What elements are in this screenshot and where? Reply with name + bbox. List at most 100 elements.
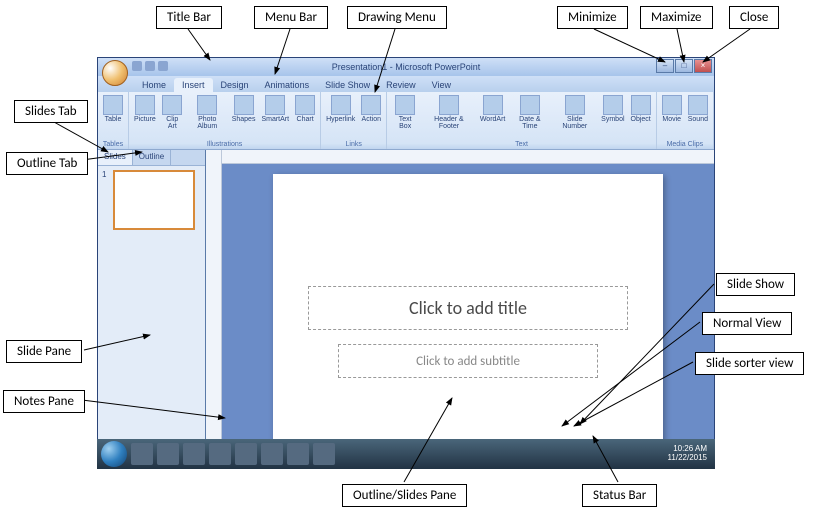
ribbon-item-label: Hyperlink <box>326 116 355 123</box>
ribbon-symbol[interactable]: Symbol <box>599 94 626 124</box>
ribbon-item-label: Action <box>362 116 381 123</box>
ribbon-tabs: Home Insert Design Animations Slide Show… <box>98 76 714 92</box>
ribbon-item-label: Sound <box>688 116 708 123</box>
outline-tab[interactable]: Outline <box>133 150 171 165</box>
system-tray[interactable]: 10:26 AM 11/22/2015 <box>668 445 711 463</box>
ribbon-item-label: Header & Footer <box>424 116 474 130</box>
group-label: Illustrations <box>132 141 317 149</box>
label-outlineslides: Outline/Slides Pane <box>342 484 467 507</box>
label-statusbar: Status Bar <box>582 484 657 507</box>
label-close: Close <box>729 6 779 29</box>
group-label: Tables <box>101 141 125 149</box>
ribbon-movie[interactable]: Movie <box>660 94 684 124</box>
label-menubar: Menu Bar <box>254 6 328 29</box>
ribbon-chart[interactable]: Chart <box>293 94 317 124</box>
ribbon-item-label: Object <box>631 116 651 123</box>
label-slidesorter: Slide sorter view <box>695 352 804 375</box>
slide-number-icon <box>565 95 585 115</box>
subtitle-placeholder[interactable]: Click to add subtitle <box>338 344 598 378</box>
horizontal-ruler <box>222 150 714 164</box>
ribbon-smartart[interactable]: SmartArt <box>259 94 291 124</box>
ribbon-hyperlink[interactable]: Hyperlink <box>324 94 357 124</box>
minimize-button[interactable]: – <box>656 59 674 73</box>
taskbar-icon[interactable] <box>235 443 257 465</box>
thumb-number: 1 <box>102 170 106 179</box>
ribbon-group-media-clips: Movie Sound Media Clips <box>657 92 714 149</box>
picture-icon <box>135 95 155 115</box>
taskbar-icon[interactable] <box>287 443 309 465</box>
windows-taskbar: 10:26 AM 11/22/2015 <box>97 439 715 469</box>
tab-slideshow[interactable]: Slide Show <box>317 78 378 92</box>
slides-tab[interactable]: Slides <box>98 150 133 165</box>
ribbon-group-illustrations: PictureClip Art Photo Album Shapes SmartArt… <box>129 92 321 149</box>
label-slideshow: Slide Show <box>716 273 795 296</box>
taskbar-icon[interactable] <box>313 443 335 465</box>
tab-animations[interactable]: Animations <box>257 78 318 92</box>
ribbon-item-label: Chart <box>297 116 314 123</box>
tab-view[interactable]: View <box>424 78 459 92</box>
thumbnail-list[interactable]: 1 <box>98 166 205 454</box>
ribbon-item-label: Text Box <box>392 116 418 130</box>
text-box-icon <box>395 95 415 115</box>
tab-review[interactable]: Review <box>378 78 424 92</box>
ribbon-text-box[interactable]: Text Box <box>390 94 420 131</box>
ribbon-item-label: Movie <box>662 116 681 123</box>
taskbar-icon[interactable] <box>261 443 283 465</box>
ribbon-date-time[interactable]: Date & Time <box>509 94 550 131</box>
group-label: Text <box>390 141 652 149</box>
ribbon-table[interactable]: Table <box>101 94 125 124</box>
ribbon-item-label: Table <box>105 116 122 123</box>
ribbon: Table Tables PictureClip Art Photo Album Sha… <box>98 92 714 150</box>
ribbon-action[interactable]: Action <box>359 94 383 124</box>
action-icon <box>361 95 381 115</box>
ribbon-wordart[interactable]: WordArt <box>478 94 508 124</box>
taskbar-icon[interactable] <box>131 443 153 465</box>
tab-home[interactable]: Home <box>134 78 174 92</box>
quick-access-toolbar[interactable] <box>132 61 168 71</box>
movie-icon <box>662 95 682 115</box>
hyperlink-icon <box>331 95 351 115</box>
ribbon-sound[interactable]: Sound <box>686 94 710 124</box>
powerpoint-window: Presentation1 - Microsoft PowerPoint – □… <box>97 57 715 469</box>
ribbon-item-label: WordArt <box>480 116 506 123</box>
date-time-icon <box>520 95 540 115</box>
ribbon-photo-album[interactable]: Photo Album <box>187 94 228 131</box>
workspace: Slides Outline 1 Click to add title Clic… <box>98 150 714 454</box>
tab-design[interactable]: Design <box>213 78 257 92</box>
ribbon-item-label: Date & Time <box>511 116 548 130</box>
slide-thumbnail[interactable] <box>113 170 195 230</box>
taskbar-icon[interactable] <box>157 443 179 465</box>
sound-icon <box>688 95 708 115</box>
ribbon-item-label: Shapes <box>232 116 256 123</box>
ribbon-item-label: Photo Album <box>189 116 226 130</box>
tab-insert[interactable]: Insert <box>174 78 213 92</box>
ribbon-item-label: Slide Number <box>554 116 595 130</box>
ribbon-clip-art[interactable]: Clip Art <box>160 94 185 131</box>
close-button[interactable]: × <box>694 59 712 73</box>
ribbon-header-footer[interactable]: Header & Footer <box>422 94 476 131</box>
start-button[interactable] <box>101 441 127 467</box>
photo-album-icon <box>197 95 217 115</box>
header-footer-icon <box>439 95 459 115</box>
ribbon-picture[interactable]: Picture <box>132 94 158 124</box>
ribbon-shapes[interactable]: Shapes <box>230 94 258 124</box>
shapes-icon <box>234 95 254 115</box>
ribbon-group-links: HyperlinkActionLinks <box>321 92 387 149</box>
ribbon-item-label: SmartArt <box>261 116 289 123</box>
group-label: Media Clips <box>660 141 710 149</box>
ribbon-object[interactable]: Object <box>629 94 653 124</box>
window-title: Presentation1 - Microsoft PowerPoint <box>332 62 481 72</box>
maximize-button[interactable]: □ <box>675 59 693 73</box>
taskbar-icon[interactable] <box>183 443 205 465</box>
office-button[interactable] <box>102 60 128 86</box>
label-outlinetab: Outline Tab <box>6 152 88 175</box>
chart-icon <box>295 95 315 115</box>
taskbar-icon[interactable] <box>209 443 231 465</box>
title-placeholder[interactable]: Click to add title <box>308 286 628 330</box>
ribbon-group-text: Text Box Header & Footer WordArt Date & Tim… <box>387 92 656 149</box>
symbol-icon <box>603 95 623 115</box>
label-maximize: Maximize <box>640 6 713 29</box>
title-bar: Presentation1 - Microsoft PowerPoint – □… <box>98 58 714 76</box>
ribbon-slide-number[interactable]: Slide Number <box>552 94 597 131</box>
label-drawingmenu: Drawing Menu <box>347 6 447 29</box>
